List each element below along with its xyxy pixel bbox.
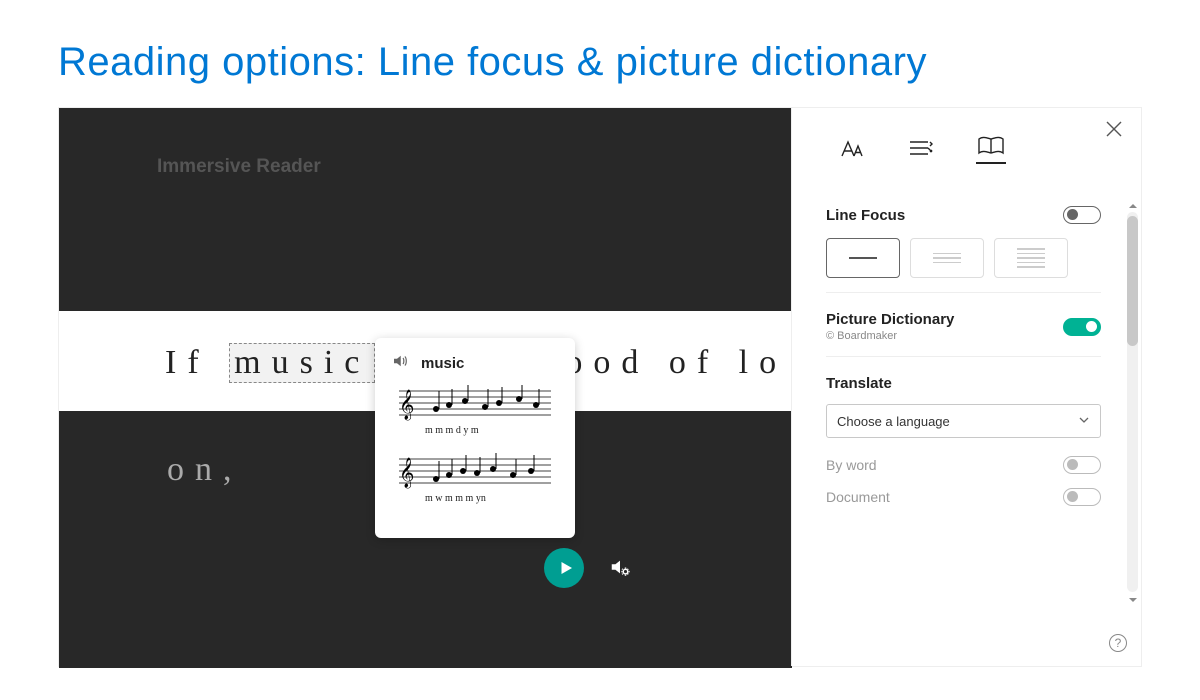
grammar-options-tab[interactable] [906, 134, 936, 164]
line1-prefix: If [165, 344, 229, 381]
line1-suffix: ood of lo [565, 344, 787, 381]
translate-section: Translate Choose a language By word Docu… [826, 357, 1101, 520]
popup-word: music [421, 355, 464, 372]
document-label: Document [826, 489, 890, 505]
line-focus-three[interactable] [910, 238, 984, 278]
music-notation-image: 𝄞 m m m d y m 𝄞 [391, 385, 559, 530]
reading-preferences-tab[interactable] [976, 134, 1006, 164]
dimmed-top: Immersive Reader [59, 108, 792, 311]
dimmed-bottom [59, 551, 792, 668]
line-focus-one[interactable] [826, 238, 900, 278]
line-focus-five[interactable] [994, 238, 1068, 278]
language-dropdown-text: Choose a language [837, 414, 950, 429]
svg-text:m w m m m yn: m w m m m yn [425, 493, 486, 504]
by-word-toggle[interactable] [1063, 456, 1101, 474]
picture-dictionary-attribution: © Boardmaker [826, 330, 954, 342]
picture-dictionary-label: Picture Dictionary [826, 311, 954, 328]
scrollbar-thumb[interactable] [1127, 216, 1138, 346]
app-label: Immersive Reader [157, 156, 321, 178]
svg-text:𝄞: 𝄞 [399, 389, 414, 421]
line-focus-section: Line Focus [826, 188, 1101, 293]
help-icon[interactable]: ? [1109, 634, 1127, 652]
reading-options-panel: Line Focus Picture Dictionary © Boardmak… [791, 108, 1141, 666]
text-preferences-tab[interactable] [836, 134, 866, 164]
line-focus-toggle[interactable] [1063, 206, 1101, 224]
highlighted-word[interactable]: music [229, 343, 375, 383]
language-dropdown[interactable]: Choose a language [826, 404, 1101, 438]
speak-icon[interactable] [391, 352, 409, 375]
panel-tabs [826, 126, 1101, 174]
chevron-down-icon [1078, 414, 1090, 429]
line-focus-label: Line Focus [826, 207, 905, 224]
picture-dictionary-section: Picture Dictionary © Boardmaker [826, 293, 1101, 357]
svg-text:m m m d y m: m m m d y m [425, 425, 479, 436]
scroll-down-arrow[interactable] [1127, 594, 1138, 605]
immersive-reader-window: Immersive Reader If musicbe the food of … [58, 107, 1142, 667]
translate-label: Translate [826, 375, 1101, 392]
picture-dictionary-toggle[interactable] [1063, 318, 1101, 336]
line2-text: on, [167, 451, 243, 489]
document-toggle[interactable] [1063, 488, 1101, 506]
svg-text:𝄞: 𝄞 [399, 457, 414, 489]
audio-settings-icon[interactable] [609, 556, 631, 583]
slide-title: Reading options: Line focus & picture di… [0, 0, 1200, 107]
scroll-up-arrow[interactable] [1127, 200, 1138, 211]
play-button[interactable] [544, 548, 584, 588]
by-word-label: By word [826, 457, 877, 473]
picture-dictionary-popup: music 𝄞 m m m d y m � [375, 338, 575, 538]
